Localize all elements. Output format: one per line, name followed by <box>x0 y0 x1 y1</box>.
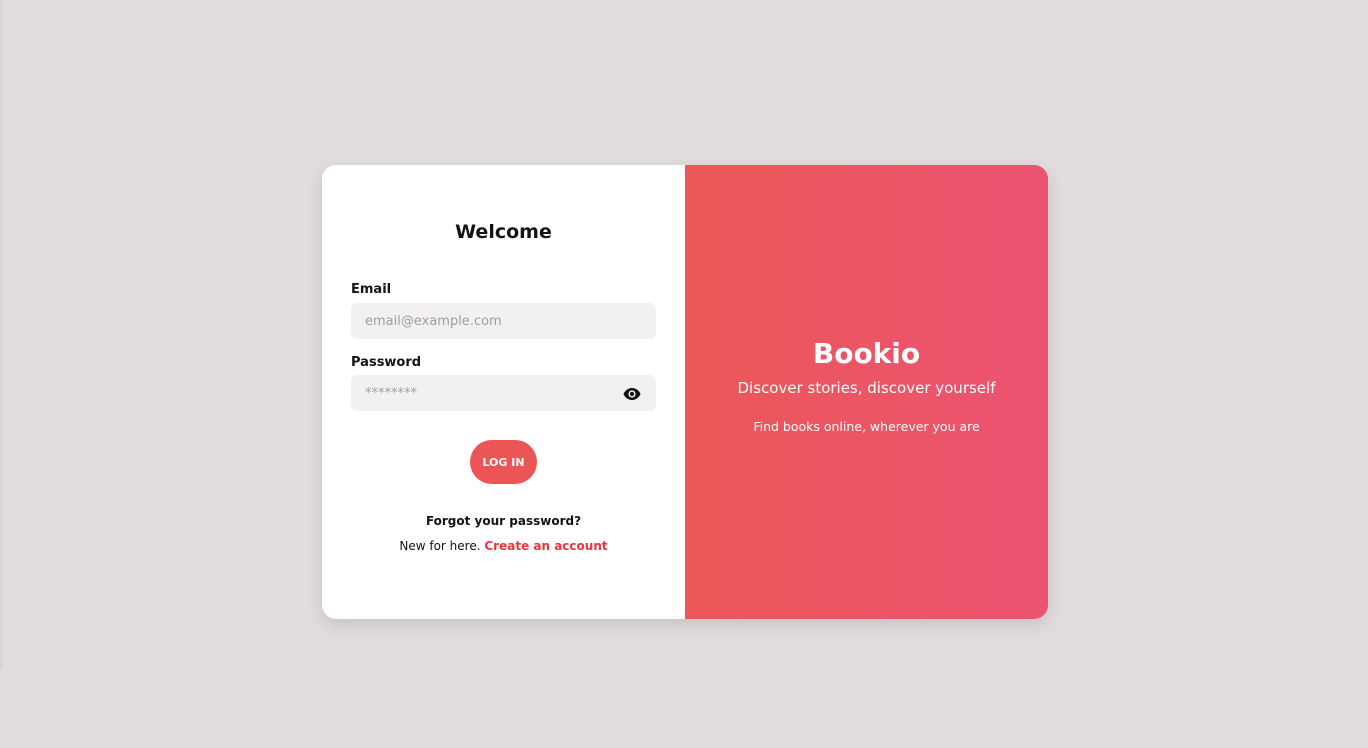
create-account-link[interactable]: Create an account <box>484 539 607 553</box>
login-panel: Welcome Email Password LOG IN Forgot you… <box>322 165 685 619</box>
brand-panel: Bookio Discover stories, discover yourse… <box>685 165 1048 619</box>
forgot-password-link[interactable]: Forgot your password? <box>322 514 685 528</box>
email-label: Email <box>351 282 392 297</box>
signup-line: New for here. Create an account <box>322 539 685 553</box>
brand-subline: Find books online, wherever you are <box>753 419 980 434</box>
login-card: Welcome Email Password LOG IN Forgot you… <box>322 165 1048 619</box>
password-input[interactable] <box>351 375 656 411</box>
eye-icon[interactable] <box>623 386 641 400</box>
brand-tagline: Discover stories, discover yourself <box>737 379 996 397</box>
brand-name: Bookio <box>812 337 921 370</box>
page-title: Welcome <box>455 221 552 243</box>
left-edge-shadow <box>0 0 4 670</box>
login-button[interactable]: LOG IN <box>470 440 537 484</box>
password-label: Password <box>351 355 422 370</box>
email-input[interactable] <box>351 303 656 339</box>
signup-prefix: New for here. <box>399 539 481 553</box>
